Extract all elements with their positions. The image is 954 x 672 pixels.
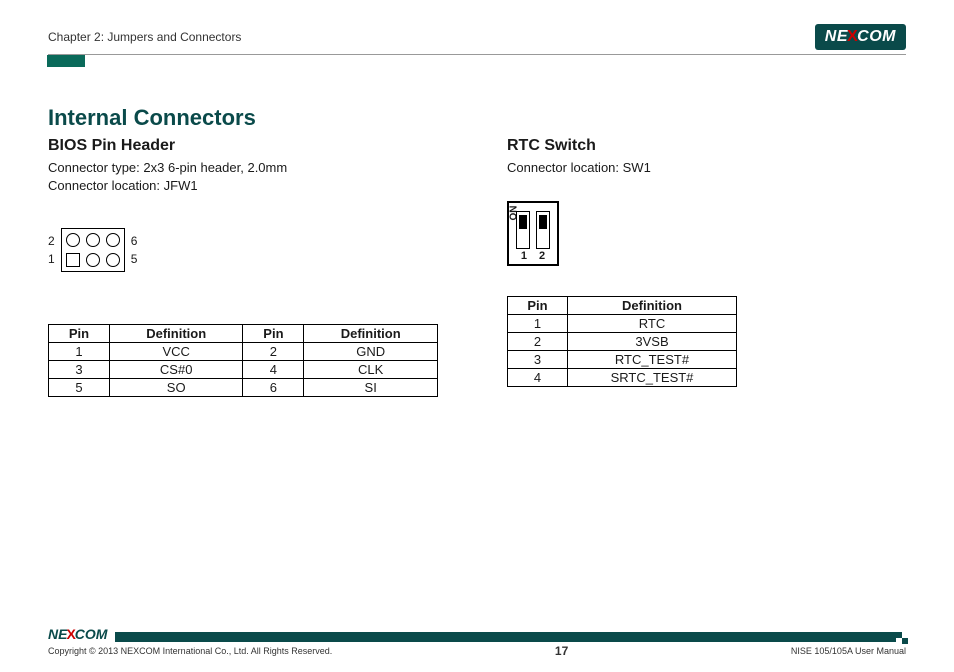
bios-heading: BIOS Pin Header (48, 137, 447, 155)
rtc-switch-diagram: ON 1 2 (507, 201, 906, 266)
pin-circle-icon (86, 253, 100, 267)
table-row: 5 SO 6 SI (49, 379, 438, 397)
pin-circle-icon (106, 233, 120, 247)
pin-circle-icon (106, 253, 120, 267)
pin-label-bottom-right: 5 (131, 252, 138, 266)
th-pin: Pin (243, 325, 304, 343)
page-footer: NEXCOM Copyright © 2013 NEXCOM Internati… (48, 632, 906, 658)
brand-logo: NEXCOM (815, 24, 906, 50)
pin-label-top-left: 2 (48, 234, 55, 248)
footer-logo: NEXCOM (48, 626, 115, 642)
table-row: 4 SRTC_TEST# (508, 368, 737, 386)
table-row: 3 RTC_TEST# (508, 350, 737, 368)
page-heading: Internal Connectors (48, 105, 906, 131)
pin-label-top-right: 6 (131, 234, 138, 248)
th-pin: Pin (49, 325, 110, 343)
pin-label-bottom-left: 1 (48, 252, 55, 266)
manual-name: NISE 105/105A User Manual (791, 646, 906, 656)
rtc-section: RTC Switch Connector location: SW1 ON 1 … (507, 137, 906, 397)
pin-grid (61, 228, 125, 272)
pin-circle-icon (66, 233, 80, 247)
bios-desc-line1: Connector type: 2x3 6-pin header, 2.0mm (48, 159, 447, 177)
dip-switch-icon (516, 211, 530, 249)
bios-section: BIOS Pin Header Connector type: 2x3 6-pi… (48, 137, 447, 397)
page-header: Chapter 2: Jumpers and Connectors NEXCOM (48, 24, 906, 55)
th-def: Definition (109, 325, 243, 343)
bios-pin-table: Pin Definition Pin Definition 1 VCC 2 GN… (48, 324, 438, 397)
footer-pattern-icon (896, 632, 908, 644)
pin-circle-icon (86, 233, 100, 247)
table-row: 2 3VSB (508, 332, 737, 350)
chapter-title: Chapter 2: Jumpers and Connectors (48, 30, 241, 44)
bios-desc-line2: Connector location: JFW1 (48, 177, 447, 195)
th-def: Definition (568, 296, 737, 314)
rtc-heading: RTC Switch (507, 137, 906, 155)
table-row: 3 CS#0 4 CLK (49, 361, 438, 379)
rtc-pin-table: Pin Definition 1 RTC 2 3VSB 3 RTC_TEST# (507, 296, 737, 387)
dip-switch-icon (536, 211, 550, 249)
pin-square-icon (66, 253, 80, 267)
copyright-text: Copyright © 2013 NEXCOM International Co… (48, 646, 332, 656)
brand-text-post: COM (857, 28, 896, 46)
rtc-desc: Connector location: SW1 (507, 159, 906, 177)
table-row: 1 RTC (508, 314, 737, 332)
bios-desc: Connector type: 2x3 6-pin header, 2.0mm … (48, 159, 447, 194)
table-row: 1 VCC 2 GND (49, 343, 438, 361)
footer-bar (48, 632, 906, 642)
accent-bar (47, 55, 85, 67)
brand-text-pre: NE (825, 28, 848, 46)
th-pin: Pin (508, 296, 568, 314)
rtc-desc-line1: Connector location: SW1 (507, 159, 906, 177)
switch-num-1: 1 (521, 250, 527, 262)
switch-num-2: 2 (539, 250, 545, 262)
th-def: Definition (304, 325, 438, 343)
page-number: 17 (555, 644, 568, 658)
bios-pin-diagram: 2 1 6 5 (48, 228, 137, 272)
